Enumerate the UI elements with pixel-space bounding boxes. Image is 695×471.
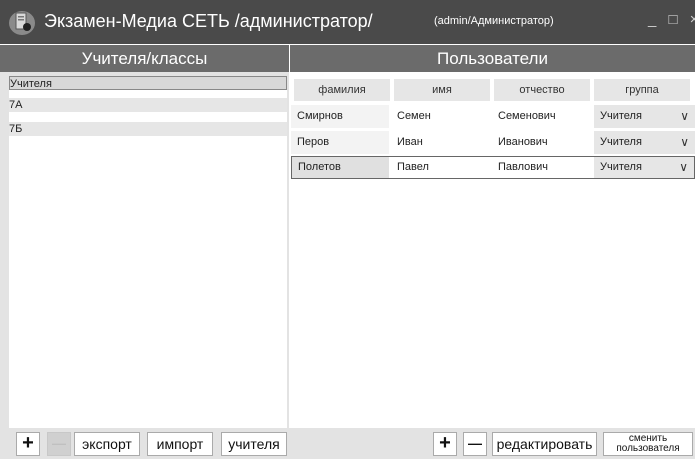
column-header-group[interactable]: группа xyxy=(594,79,690,101)
remove-user-button[interactable]: — xyxy=(463,432,487,456)
remove-class-button[interactable]: — xyxy=(47,432,71,456)
users-header: Пользователи xyxy=(290,45,695,72)
window-controls: _ □ × xyxy=(648,11,695,28)
current-user: (admin/Администратор) xyxy=(434,15,554,27)
cell-firstname: Семен xyxy=(397,110,431,122)
teachers-classes-panel: Учителя/классы Учителя 7А 7Б xyxy=(0,45,289,471)
group-select-value: Учителя xyxy=(600,110,642,122)
app-logo-icon xyxy=(9,11,35,35)
list-item-7a[interactable]: 7А xyxy=(9,98,287,112)
column-header-lastname[interactable]: фамилия xyxy=(294,79,390,101)
change-user-button[interactable]: сменить пользователя xyxy=(603,432,693,456)
cell-middlename: Павлович xyxy=(498,161,548,173)
group-select-value: Учителя xyxy=(600,136,642,148)
cell-lastname: Полетов xyxy=(292,157,389,178)
cell-middlename: Иванович xyxy=(498,136,548,148)
bottom-toolbar: + — экспорт импорт учителя + — редактиро… xyxy=(0,428,695,459)
column-header-firstname[interactable]: имя xyxy=(394,79,490,101)
users-panel: Пользователи фамилия имя отчество группа… xyxy=(290,45,695,459)
chevron-down-icon[interactable]: ∨ xyxy=(679,157,688,178)
cell-lastname: Перов xyxy=(291,131,389,154)
close-button[interactable]: × xyxy=(690,11,695,28)
list-item-7b[interactable]: 7Б xyxy=(9,122,287,136)
group-select[interactable]: Учителя ∨ xyxy=(594,131,695,154)
classes-list[interactable]: Учителя 7А 7Б xyxy=(9,76,287,471)
group-select-value: Учителя xyxy=(600,161,642,173)
cell-firstname: Иван xyxy=(397,136,423,148)
cell-firstname: Павел xyxy=(397,161,429,173)
import-button[interactable]: импорт xyxy=(147,432,213,456)
chevron-down-icon[interactable]: ∨ xyxy=(680,105,689,128)
add-user-button[interactable]: + xyxy=(433,432,457,456)
change-user-label-line2: пользователя xyxy=(616,443,680,454)
minimize-button[interactable]: _ xyxy=(648,11,660,28)
teachers-classes-header: Учителя/классы xyxy=(0,45,289,72)
cell-middlename: Семенович xyxy=(498,110,556,122)
column-header-middlename[interactable]: отчество xyxy=(494,79,590,101)
group-select[interactable]: Учителя ∨ xyxy=(594,157,694,178)
teachers-button[interactable]: учителя xyxy=(221,432,287,456)
group-select[interactable]: Учителя ∨ xyxy=(594,105,695,128)
add-class-button[interactable]: + xyxy=(16,432,40,456)
cell-lastname: Смирнов xyxy=(291,105,389,128)
app-title: Экзамен-Медиа СЕТЬ /администратор/ xyxy=(44,11,373,31)
title-bar: Экзамен-Медиа СЕТЬ /администратор/ (admi… xyxy=(0,0,695,44)
edit-button[interactable]: редактировать xyxy=(492,432,597,456)
export-button[interactable]: экспорт xyxy=(74,432,140,456)
maximize-button[interactable]: □ xyxy=(669,11,682,28)
list-item-teachers[interactable]: Учителя xyxy=(9,76,287,90)
chevron-down-icon[interactable]: ∨ xyxy=(680,131,689,154)
